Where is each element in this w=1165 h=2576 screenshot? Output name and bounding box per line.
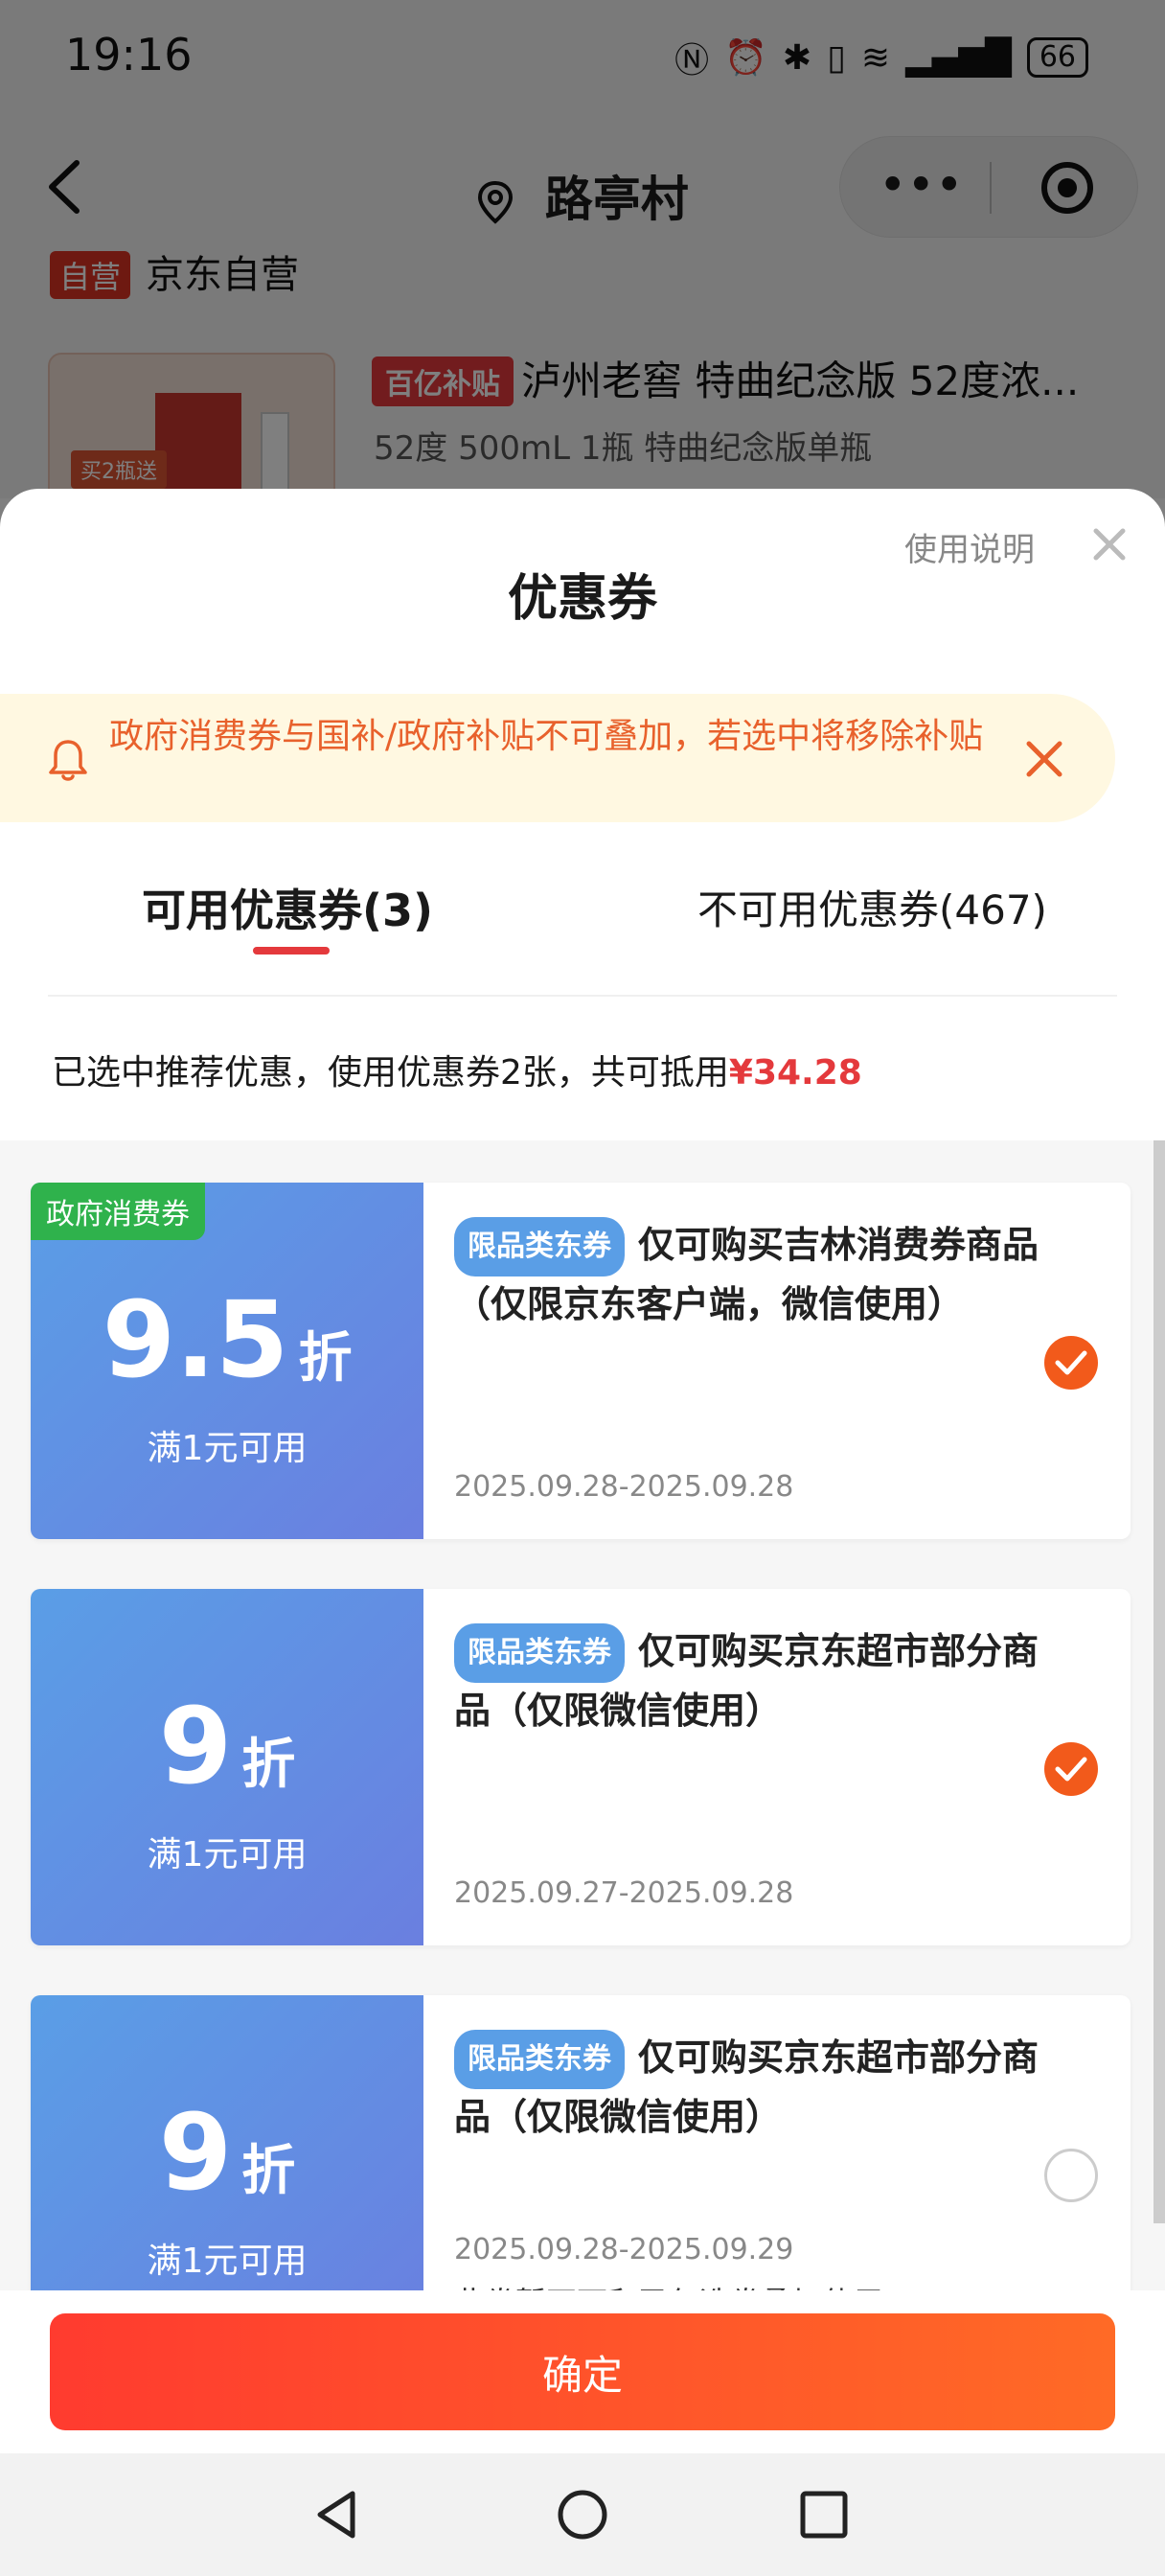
tabs-divider <box>48 995 1117 997</box>
coupon-tabs: 可用优惠券(3) 不可用优惠券(467) <box>0 864 1165 979</box>
coupon-card[interactable]: 9折 满1元可用 限品类东券 仅可购买京东超市部分商品（仅限微信使用） 2025.… <box>31 1589 1131 1945</box>
coupon-validity: 2025.09.28-2025.09.29 <box>454 2233 794 2266</box>
coupon-checkbox-unchecked[interactable] <box>1044 2149 1098 2202</box>
coupon-card[interactable]: 9折 满1元可用 限品类东券 仅可购买京东超市部分商品（仅限微信使用） 2025.… <box>31 1995 1131 2290</box>
coupon-card[interactable]: 政府消费券 9.5 折 满1元可用 限品类东券 仅可购买吉林消费券商品（仅限京东客户… <box>31 1183 1131 1539</box>
selection-summary: 已选中推荐优惠，使用优惠券2张，共可抵用¥34.28 <box>52 1045 862 1094</box>
system-home-icon[interactable] <box>554 2486 611 2543</box>
tab-available-coupons[interactable]: 可用优惠券(3) <box>142 876 433 939</box>
discount-value: 9 <box>158 2091 233 2214</box>
coupon-info: 限品类东券 仅可购买京东超市部分商品（仅限微信使用） <box>454 1623 1067 1738</box>
coupon-discount: 9折 <box>31 1685 423 1807</box>
active-tab-indicator <box>253 947 330 954</box>
system-recents-icon[interactable] <box>795 2486 853 2543</box>
coupon-info: 限品类东券 仅可购买京东超市部分商品（仅限微信使用） <box>454 2030 1067 2145</box>
confirm-button[interactable]: 确定 <box>50 2313 1115 2430</box>
notice-text: 政府消费券与国补/政府补贴不可叠加，若选中将移除补贴 <box>109 717 984 756</box>
scrollbar[interactable] <box>1154 1140 1165 2223</box>
coupon-info: 限品类东券 仅可购买吉林消费券商品（仅限京东客户端，微信使用） <box>454 1217 1067 1332</box>
tab-unavailable-coupons[interactable]: 不可用优惠券(467) <box>697 878 1047 936</box>
coupon-discount: 9折 <box>31 2091 423 2214</box>
discount-unit: 折 <box>298 1327 353 1390</box>
summary-amount: ¥34.28 <box>728 1053 862 1092</box>
notice-close-icon[interactable] <box>1025 740 1063 778</box>
coupon-conflict-note: 此券暂不可和已勾选券叠加使用 <box>454 2279 883 2290</box>
checkmark-icon <box>1055 1757 1087 1782</box>
coupon-type-tag: 限品类东券 <box>454 1217 625 1276</box>
gov-coupon-tag: 政府消费券 <box>31 1183 205 1240</box>
coupon-value-panel: 9折 满1元可用 <box>31 1589 423 1945</box>
notice-banner: 政府消费券与国补/政府补贴不可叠加，若选中将移除补贴 <box>0 694 1115 822</box>
coupon-condition: 满1元可用 <box>147 1429 308 1468</box>
discount-value: 9 <box>158 1685 233 1807</box>
checkmark-icon <box>1055 1350 1087 1375</box>
coupon-validity: 2025.09.28-2025.09.28 <box>454 1470 794 1504</box>
discount-unit: 折 <box>241 1734 296 1796</box>
coupon-checkbox-checked[interactable] <box>1044 1336 1098 1390</box>
system-nav-bar <box>0 2453 1165 2576</box>
summary-text: 已选中推荐优惠，使用优惠券2张，共可抵用 <box>52 1053 729 1092</box>
coupon-sheet: 使用说明 优惠券 政府消费券与国补/政府补贴不可叠加，若选中将移除补贴 可用优惠… <box>0 489 1165 2576</box>
modal-overlay[interactable] <box>0 0 1165 498</box>
system-back-icon[interactable] <box>310 2486 368 2543</box>
coupon-value-panel: 政府消费券 9.5 折 满1元可用 <box>31 1183 423 1539</box>
sheet-footer: 确定 <box>0 2290 1165 2444</box>
coupon-description-line: 限品类东券 仅可购买吉林消费券商品（仅限京东客户端，微信使用） <box>454 1217 1067 1332</box>
coupon-value-panel: 9折 满1元可用 <box>31 1995 423 2290</box>
coupon-condition: 满1元可用 <box>147 2242 308 2281</box>
coupon-list[interactable]: 政府消费券 9.5 折 满1元可用 限品类东券 仅可购买吉林消费券商品（仅限京东客户… <box>0 1140 1165 2290</box>
bell-icon <box>49 740 87 781</box>
coupon-condition: 满1元可用 <box>147 1835 308 1874</box>
coupon-type-tag: 限品类东券 <box>454 1623 625 1683</box>
coupon-type-tag: 限品类东券 <box>454 2030 625 2089</box>
coupon-description-line: 限品类东券 仅可购买京东超市部分商品（仅限微信使用） <box>454 1623 1067 1738</box>
coupon-checkbox-checked[interactable] <box>1044 1742 1098 1796</box>
discount-value: 9.5 <box>102 1278 289 1401</box>
coupon-description-line: 限品类东券 仅可购买京东超市部分商品（仅限微信使用） <box>454 2030 1067 2145</box>
discount-unit: 折 <box>241 2140 296 2202</box>
coupon-discount: 9.5 折 <box>31 1278 423 1401</box>
close-icon[interactable] <box>1092 527 1127 562</box>
coupon-validity: 2025.09.27-2025.09.28 <box>454 1876 794 1910</box>
sheet-title: 优惠券 <box>507 570 657 628</box>
